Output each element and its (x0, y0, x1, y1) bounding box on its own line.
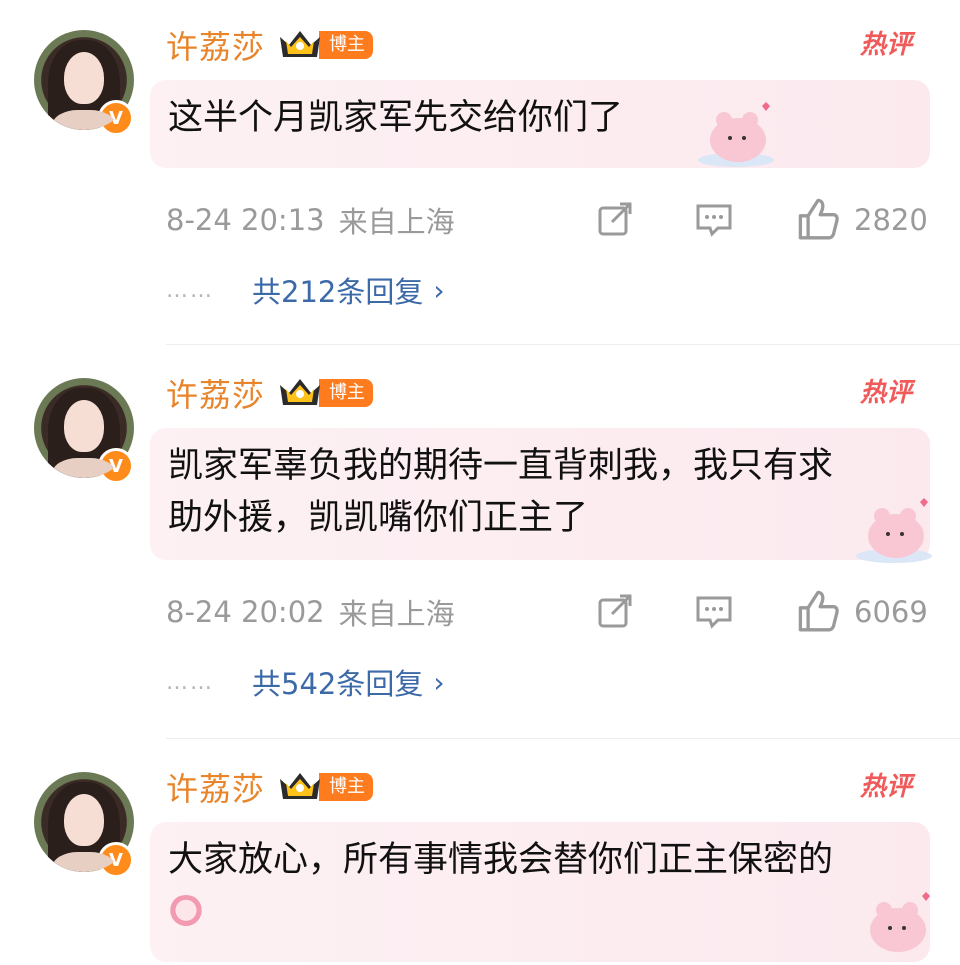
chevron-right-icon: › (433, 665, 445, 699)
chevron-right-icon: › (433, 273, 445, 307)
name-row: 许荔莎 博主 (166, 22, 374, 68)
like-count: 6069 (854, 595, 928, 629)
comment-time: 8-24 20:13 (166, 203, 325, 237)
hot-comment-tag: 热评 (859, 378, 912, 408)
role-badge: 博主 (319, 773, 374, 801)
crown-icon (277, 27, 323, 63)
share-icon[interactable] (596, 592, 636, 632)
name-row: 许荔莎 博主 (166, 370, 374, 416)
like-icon[interactable] (796, 588, 840, 632)
divider (166, 344, 960, 345)
reply-dots: …… (166, 669, 214, 695)
hot-comment-tag: 热评 (859, 30, 912, 60)
comment-text: 这半个月凯家军先交给你们了 (150, 80, 930, 168)
username[interactable]: 许荔莎 (166, 370, 265, 416)
comment-location: 来自上海 (338, 205, 455, 239)
role-badge: 博主 (319, 379, 374, 407)
divider (166, 738, 960, 739)
comment-icon[interactable] (694, 200, 734, 240)
reply-dots: …… (166, 277, 214, 303)
like-count: 2820 (854, 203, 928, 237)
username[interactable]: 许荔莎 (166, 764, 265, 810)
crown-icon (277, 375, 323, 411)
bear-sticker-icon (856, 498, 932, 563)
name-row: 许荔莎 博主 (166, 764, 374, 810)
replies-row[interactable]: …… 共212条回复 › (166, 270, 445, 310)
meta-row: 8-24 20:02 来自上海 6069 (166, 590, 930, 632)
role-badge: 博主 (319, 31, 374, 59)
hot-comment-tag: 热评 (859, 772, 912, 802)
replies-row[interactable]: …… 共542条回复 › (166, 662, 445, 702)
comment-text: 大家放心，所有事情我会替你们正主保密的 (150, 822, 930, 962)
comment-icon[interactable] (694, 592, 734, 632)
view-replies-link[interactable]: 共542条回复 (252, 661, 423, 703)
like-icon[interactable] (796, 196, 840, 240)
emoji-icon (168, 895, 204, 929)
comment-text: 凯家军辜负我的期待一直背刺我，我只有求助外援，凯凯嘴你们正主了 (150, 428, 930, 560)
meta-row: 8-24 20:13 来自上海 2820 (166, 198, 930, 240)
share-icon[interactable] (596, 200, 636, 240)
username[interactable]: 许荔莎 (166, 22, 265, 68)
comment-time: 8-24 20:02 (166, 595, 325, 629)
comment-location: 来自上海 (338, 597, 455, 631)
crown-icon (277, 769, 323, 805)
view-replies-link[interactable]: 共212条回复 (252, 269, 423, 311)
bear-sticker-icon (870, 892, 930, 952)
bear-sticker-icon (698, 102, 774, 167)
